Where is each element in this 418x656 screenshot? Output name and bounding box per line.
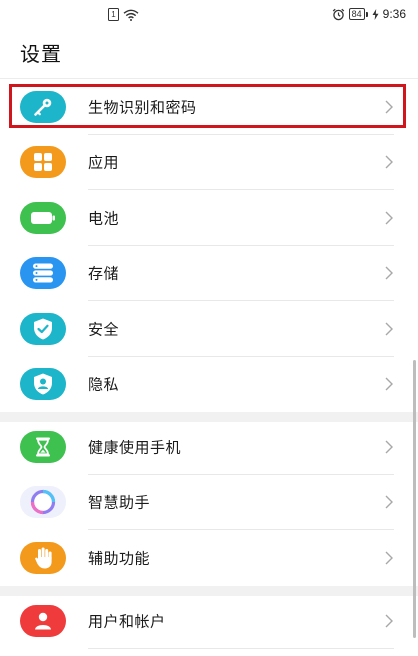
row-divider	[88, 647, 394, 649]
settings-item-label: 智慧助手	[88, 493, 151, 512]
chevron-right-icon	[385, 266, 393, 280]
user-icon	[20, 604, 66, 637]
storage-icon	[20, 257, 66, 290]
status-time: 9:36	[382, 7, 406, 21]
scrollbar[interactable]	[413, 360, 416, 638]
settings-item-accessibility[interactable]: 辅助功能	[0, 530, 408, 586]
settings-item-apps[interactable]: 应用	[0, 135, 408, 190]
chevron-right-icon	[385, 377, 393, 391]
settings-item-battery[interactable]: 电池	[0, 190, 408, 246]
apps-grid-icon	[20, 146, 66, 179]
settings-group-3: 用户和帐户	[0, 593, 408, 649]
settings-item-label: 电池	[88, 209, 120, 228]
settings-item-label: 安全	[88, 320, 120, 339]
battery-icon	[20, 201, 66, 234]
status-bar: 1 84 9:36	[0, 0, 418, 30]
settings-item-digital-balance[interactable]: 健康使用手机	[0, 419, 408, 475]
settings-item-label: 隐私	[88, 375, 120, 394]
settings-group-1: 生物识别和密码 应用 电池 存储 安全 隐私	[0, 79, 408, 412]
status-right-group: 84 9:36	[332, 7, 406, 21]
chevron-right-icon	[385, 614, 393, 628]
settings-item-label: 健康使用手机	[88, 438, 182, 457]
settings-item-storage[interactable]: 存储	[0, 246, 408, 301]
charging-icon	[372, 8, 379, 20]
chevron-right-icon	[385, 155, 393, 169]
settings-item-users-accounts[interactable]: 用户和帐户	[0, 593, 408, 649]
settings-item-label: 辅助功能	[88, 549, 151, 568]
highlight-box	[9, 84, 406, 128]
settings-screen: 1 84 9:36 设置 生物识别和密码 应用 电池 存储 安全 隐私 健康使用…	[0, 0, 418, 656]
chevron-right-icon	[385, 551, 393, 565]
privacy-shield-icon	[20, 368, 66, 401]
hand-icon	[20, 541, 66, 574]
settings-item-security[interactable]: 安全	[0, 301, 408, 357]
settings-item-privacy[interactable]: 隐私	[0, 357, 408, 413]
alarm-icon	[332, 8, 344, 20]
settings-item-label: 应用	[88, 153, 120, 172]
battery-level: 84	[348, 8, 365, 20]
chevron-right-icon	[385, 495, 393, 509]
battery-tip	[365, 11, 368, 17]
settings-group-2: 健康使用手机 智慧助手 辅助功能	[0, 419, 408, 586]
settings-item-label: 存储	[88, 264, 120, 283]
settings-item-label: 用户和帐户	[88, 612, 166, 631]
battery-indicator: 84	[348, 8, 368, 20]
chevron-right-icon	[385, 440, 393, 454]
assistant-ring-icon	[20, 486, 66, 519]
page-title: 设置	[20, 42, 62, 66]
wifi-icon	[123, 9, 139, 21]
sim-card-icon: 1	[108, 8, 119, 21]
hourglass-icon	[20, 430, 66, 463]
settings-item-smart-assistant[interactable]: 智慧助手	[0, 475, 408, 530]
status-network: 1	[108, 8, 139, 21]
chevron-right-icon	[385, 211, 393, 225]
shield-check-icon	[20, 312, 66, 345]
chevron-right-icon	[385, 322, 393, 336]
